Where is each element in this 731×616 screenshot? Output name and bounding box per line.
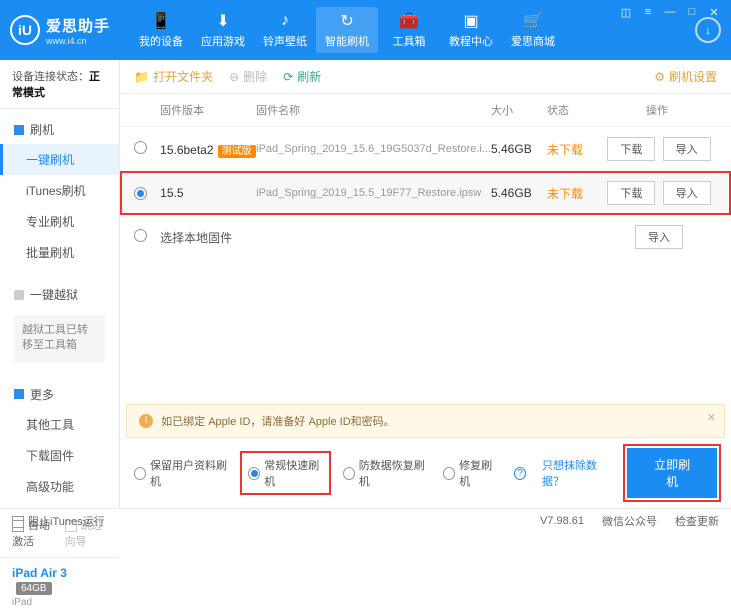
device-storage-badge: 64GB <box>16 582 52 595</box>
firmware-row[interactable]: 15.6beta2测试版 iPad_Spring_2019_15.6_19G50… <box>120 127 731 171</box>
firmware-size: 5.46GB <box>491 186 547 200</box>
download-button[interactable]: 下载 <box>607 137 655 161</box>
block-itunes-checkbox[interactable]: 阻止iTunes运行 <box>12 513 105 529</box>
sidebar-item-itunes-flash[interactable]: iTunes刷机 <box>0 175 119 206</box>
sidebar-item-batch-flash[interactable]: 批量刷机 <box>0 237 119 268</box>
app-logo: iU <box>10 15 40 45</box>
device-card[interactable]: iPad Air 3 64GB iPad <box>0 557 119 616</box>
delete-button[interactable]: ⊖删除 <box>229 68 267 85</box>
import-button[interactable]: 导入 <box>635 225 683 249</box>
flash-settings-button[interactable]: ⚙刷机设置 <box>654 68 717 85</box>
jailbreak-moved-note: 越狱工具已转移至工具箱 <box>14 315 105 362</box>
sidebar-head-more[interactable]: 更多 <box>0 380 119 409</box>
sidebar-item-other-tools[interactable]: 其他工具 <box>0 409 119 440</box>
sidebar-head-flash[interactable]: 刷机 <box>0 115 119 144</box>
wechat-link[interactable]: 微信公众号 <box>602 513 657 529</box>
book-icon: ▣ <box>440 11 502 31</box>
sidebar-item-oneclick-flash[interactable]: 一键刷机 <box>0 144 119 175</box>
connection-status: 设备连接状态：正常模式 <box>0 60 119 109</box>
col-state: 状态 <box>547 102 597 118</box>
minimize-button[interactable]: — <box>663 6 677 20</box>
nav-tutorials[interactable]: ▣教程中心 <box>440 7 502 53</box>
device-name: iPad Air 3 <box>12 566 67 580</box>
refresh-icon: ↻ <box>316 11 378 31</box>
local-firmware-row[interactable]: 选择本地固件 导入 <box>120 215 731 259</box>
refresh-button[interactable]: ⟳刷新 <box>283 68 321 85</box>
appleid-warning: ! 如已绑定 Apple ID，请准备好 Apple ID和密码。 ✕ <box>126 404 725 438</box>
toolbox-icon: 🧰 <box>378 11 440 31</box>
firmware-size: 5.46GB <box>491 142 547 156</box>
firmware-radio[interactable] <box>134 229 147 242</box>
firmware-radio[interactable] <box>134 141 147 154</box>
nav-flash[interactable]: ↻智能刷机 <box>316 7 378 53</box>
lock-icon <box>14 290 24 300</box>
cart-icon: 🛒 <box>502 11 564 31</box>
firmware-radio[interactable] <box>134 187 147 200</box>
downloads-button[interactable]: ↓ <box>695 17 721 43</box>
beta-tag: 测试版 <box>218 145 256 158</box>
firmware-state: 未下载 <box>547 141 597 158</box>
square-icon <box>14 389 24 399</box>
refresh-icon: ⟳ <box>283 70 293 84</box>
col-version: 固件版本 <box>160 102 256 118</box>
square-icon <box>14 125 24 135</box>
opt-keep-data[interactable]: 保留用户资料刷机 <box>134 457 228 489</box>
nav-store[interactable]: 🛒爱思商城 <box>502 7 564 53</box>
firmware-filename: iPad_Spring_2019_15.6_19G5037d_Restore.i… <box>256 143 491 155</box>
warning-close-button[interactable]: ✕ <box>707 411 716 424</box>
close-button[interactable]: ✕ <box>707 6 721 20</box>
brand-name: 爱思助手 <box>46 15 110 36</box>
sidebar-item-download-firmware[interactable]: 下载固件 <box>0 440 119 471</box>
nav-ringtones[interactable]: ♪铃声壁纸 <box>254 7 316 53</box>
import-button[interactable]: 导入 <box>663 181 711 205</box>
opt-normal-fast[interactable]: 常规快速刷机 <box>244 455 327 491</box>
version-label: V7.98.61 <box>540 515 584 527</box>
flash-now-button[interactable]: 立即刷机 <box>627 448 717 498</box>
skin-button[interactable]: ◫ <box>619 6 633 20</box>
col-ops: 操作 <box>597 102 717 118</box>
erase-only-link[interactable]: 只想抹除数据？ <box>542 457 611 489</box>
sidebar-item-advanced[interactable]: 高级功能 <box>0 471 119 502</box>
music-icon: ♪ <box>254 11 316 31</box>
firmware-filename: iPad_Spring_2019_15.5_19F77_Restore.ipsw <box>256 187 491 199</box>
folder-icon: 📁 <box>134 70 149 84</box>
opt-anti-recovery[interactable]: 防数据恢复刷机 <box>343 457 427 489</box>
gear-icon: ⚙ <box>654 70 665 84</box>
nav-my-device[interactable]: 📱我的设备 <box>130 7 192 53</box>
opt-repair[interactable]: 修复刷机 <box>443 457 498 489</box>
firmware-row[interactable]: 15.5 iPad_Spring_2019_15.5_19F77_Restore… <box>120 171 731 215</box>
info-icon[interactable]: ? <box>514 467 526 480</box>
apps-icon: ⬇ <box>192 11 254 31</box>
sidebar-item-pro-flash[interactable]: 专业刷机 <box>0 206 119 237</box>
col-name: 固件名称 <box>256 102 491 118</box>
sidebar-head-jailbreak[interactable]: 一键越狱 <box>0 280 119 309</box>
download-button[interactable]: 下载 <box>607 181 655 205</box>
delete-icon: ⊖ <box>229 70 239 84</box>
maximize-button[interactable]: □ <box>685 6 699 20</box>
check-update-link[interactable]: 检查更新 <box>675 513 719 529</box>
nav-toolbox[interactable]: 🧰工具箱 <box>378 7 440 53</box>
brand-url: www.i4.cn <box>46 36 110 46</box>
import-button[interactable]: 导入 <box>663 137 711 161</box>
col-size: 大小 <box>491 102 547 118</box>
nav-apps[interactable]: ⬇应用游戏 <box>192 7 254 53</box>
device-icon: 📱 <box>130 11 192 31</box>
firmware-state: 未下载 <box>547 185 597 202</box>
menu-button[interactable]: ≡ <box>641 6 655 20</box>
warning-icon: ! <box>139 414 153 428</box>
open-folder-button[interactable]: 📁打开文件夹 <box>134 68 213 85</box>
device-type: iPad <box>12 597 107 608</box>
